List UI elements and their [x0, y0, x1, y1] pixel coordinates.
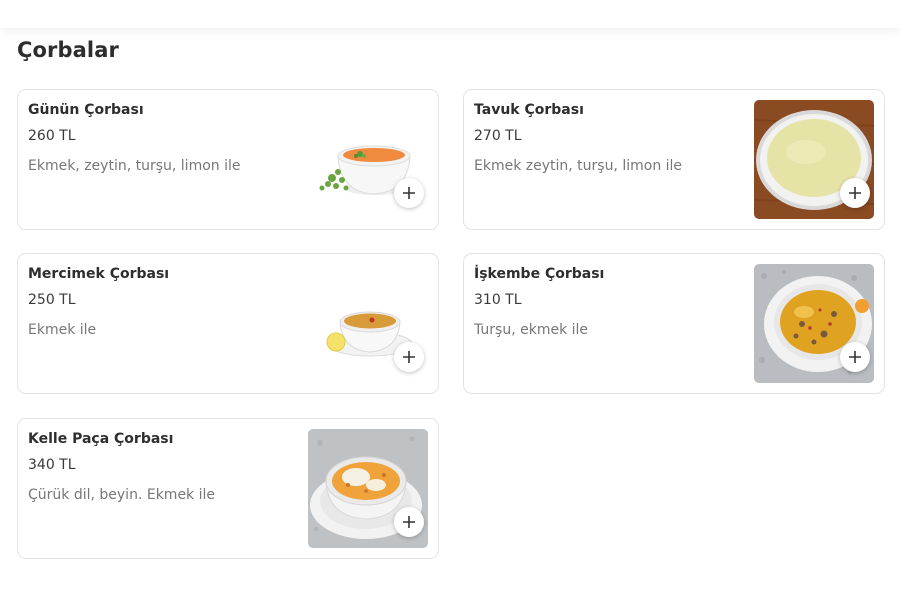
item-price: 260 TL [28, 128, 76, 144]
plus-icon [403, 516, 415, 528]
add-to-cart-button[interactable] [394, 507, 424, 537]
menu-item-card[interactable]: Mercimek Çorbası 250 TL Ekmek ile [17, 253, 439, 394]
plus-icon [403, 351, 415, 363]
item-name: İşkembe Çorbası [474, 266, 605, 282]
item-price: 250 TL [28, 292, 76, 308]
plus-icon [849, 351, 861, 363]
add-to-cart-button[interactable] [840, 178, 870, 208]
add-to-cart-button[interactable] [394, 342, 424, 372]
menu-item-card[interactable]: İşkembe Çorbası 310 TL Turşu, ekmek ile [463, 253, 885, 394]
section-title: Çorbalar [17, 38, 119, 62]
item-name: Günün Çorbası [28, 102, 144, 118]
item-description: Çürük dil, beyin. Ekmek ile [28, 487, 216, 503]
plus-icon [849, 187, 861, 199]
item-description: Turşu, ekmek ile [474, 322, 589, 338]
item-description: Ekmek ile [28, 322, 97, 338]
top-bar [0, 0, 900, 28]
add-to-cart-button[interactable] [394, 178, 424, 208]
item-description: Ekmek, zeytin, turşu, limon ile [28, 158, 241, 174]
item-description: Ekmek zeytin, turşu, limon ile [474, 158, 683, 174]
item-name: Kelle Paça Çorbası [28, 431, 174, 447]
menu-item-card[interactable]: Kelle Paça Çorbası 340 TL Çürük dil, bey… [17, 418, 439, 559]
item-name: Mercimek Çorbası [28, 266, 170, 282]
add-to-cart-button[interactable] [840, 342, 870, 372]
item-price: 340 TL [28, 457, 76, 473]
item-price: 310 TL [474, 292, 522, 308]
menu-item-card[interactable]: Tavuk Çorbası 270 TL Ekmek zeytin, turşu… [463, 89, 885, 230]
item-name: Tavuk Çorbası [474, 102, 584, 118]
item-price: 270 TL [474, 128, 522, 144]
plus-icon [403, 187, 415, 199]
menu-item-card[interactable]: Günün Çorbası 260 TL Ekmek, zeytin, turş… [17, 89, 439, 230]
